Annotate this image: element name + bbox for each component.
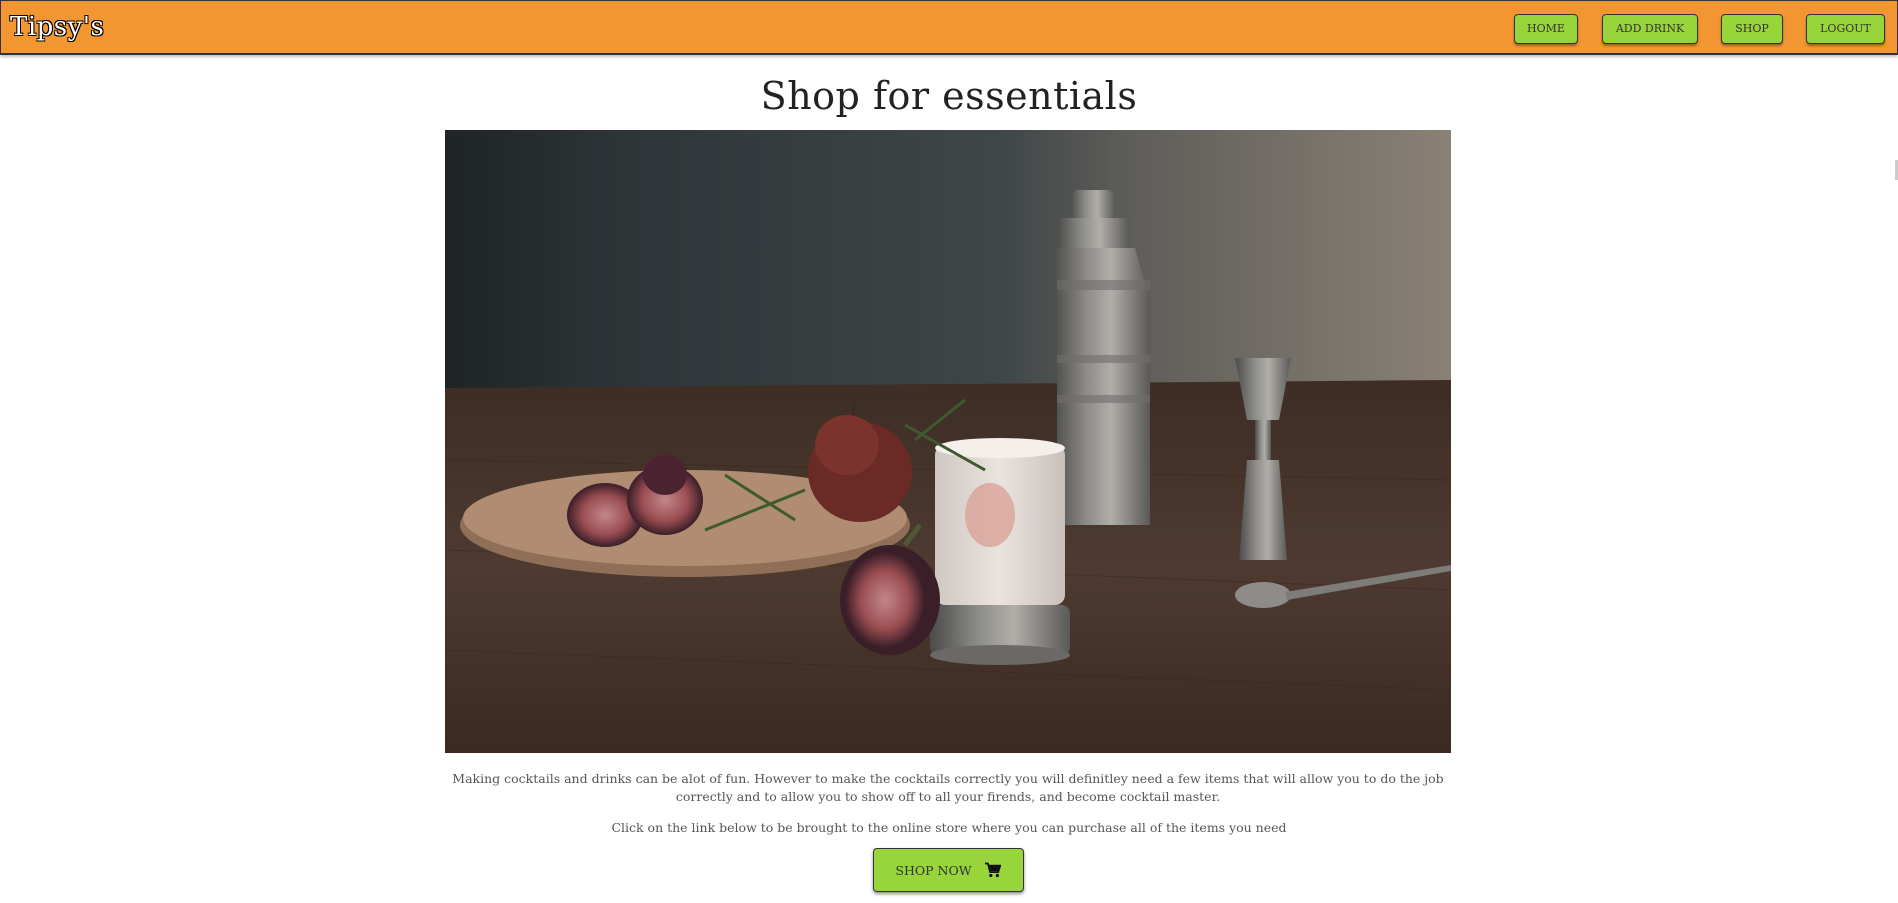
page-title: Shop for essentials <box>760 74 1138 118</box>
nav-add-drink-button[interactable]: ADD DRINK <box>1602 14 1698 44</box>
shop-now-label: SHOP NOW <box>895 862 972 878</box>
intro-paragraph: Making cocktails and drinks can be alot … <box>452 771 1444 804</box>
nav-home-button[interactable]: HOME <box>1514 14 1578 44</box>
brand-logo[interactable]: Tipsy's <box>10 10 104 44</box>
hero-image <box>445 130 1451 753</box>
cart-icon <box>984 862 1002 878</box>
nav-logout-button[interactable]: LOGOUT <box>1806 14 1885 44</box>
shop-now-button[interactable]: SHOP NOW <box>873 848 1024 892</box>
cta-text: Click on the link below to be brought to… <box>611 820 1287 835</box>
nav-shop-button[interactable]: SHOP <box>1721 14 1783 44</box>
header-bar: Tipsy's HOME ADD DRINK SHOP LOGOUT <box>0 0 1898 55</box>
